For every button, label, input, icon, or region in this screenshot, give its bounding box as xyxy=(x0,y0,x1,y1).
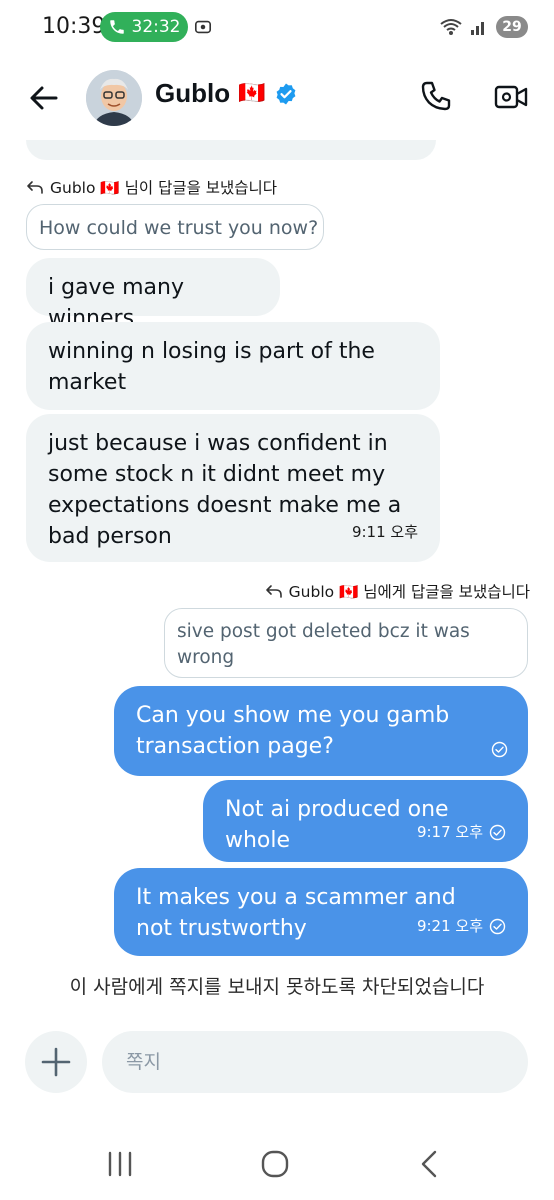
reply-indicator-text: Gublo 🇨🇦 님에게 답글을 보냈습니다 xyxy=(288,583,530,601)
read-receipt-icon xyxy=(491,741,508,758)
reply-indicator: Gublo 🇨🇦 님에게 답글을 보냈습니다 xyxy=(265,580,530,602)
received-message[interactable]: i gave many winners xyxy=(26,258,280,331)
blocked-notice: 이 사람에게 쪽지를 보내지 못하도록 차단되었습니다 xyxy=(69,976,485,998)
message-thread[interactable]: Gublo 🇨🇦 님이 답글을 보냈습니다 How could we trust… xyxy=(0,140,554,1020)
recent-apps-icon[interactable] xyxy=(100,1148,140,1180)
reply-indicator: Gublo 🇨🇦 님이 답글을 보냈습니다 xyxy=(26,176,277,198)
status-bar: 10:39 32:32 29 xyxy=(0,0,554,56)
message-input[interactable] xyxy=(102,1031,528,1093)
video-call-icon[interactable] xyxy=(494,80,528,114)
screen-record-icon xyxy=(194,20,212,34)
verified-badge-icon xyxy=(276,83,295,104)
plus-icon xyxy=(41,1047,71,1077)
status-time: 10:39 xyxy=(42,14,106,39)
read-receipt-icon xyxy=(489,918,506,935)
sent-message[interactable]: It makes you a scammer and not trustwort… xyxy=(114,868,528,956)
phone-call-icon[interactable] xyxy=(418,78,454,114)
message-text: Not ai produced one whole xyxy=(225,797,449,853)
quoted-message[interactable]: sive post got deleted bcz it was wrong xyxy=(164,608,528,678)
conversation-header: Gublo 🇨🇦 xyxy=(0,56,554,140)
flag-emoji: 🇨🇦 xyxy=(238,81,266,106)
ongoing-call-pill[interactable]: 32:32 xyxy=(100,12,188,42)
add-media-button[interactable] xyxy=(25,1031,87,1093)
quoted-message-text: How could we trust you now? xyxy=(39,217,319,239)
signal-icon xyxy=(471,22,484,35)
reply-indicator-text: Gublo 🇨🇦 님이 답글을 보냈습니다 xyxy=(50,179,278,197)
sent-message[interactable]: Not ai produced one whole 9:17 오후 xyxy=(203,780,528,862)
message-timestamp: 9:21 오후 xyxy=(416,917,483,935)
contact-name-group[interactable]: Gublo 🇨🇦 xyxy=(155,78,298,109)
back-nav-icon[interactable] xyxy=(410,1148,450,1180)
reply-arrow-icon xyxy=(265,585,282,598)
call-duration: 32:32 xyxy=(131,17,181,37)
avatar[interactable] xyxy=(86,70,142,126)
back-arrow-icon[interactable] xyxy=(28,82,60,114)
wifi-icon xyxy=(440,19,462,35)
message-timestamp: 9:17 오후 xyxy=(416,823,483,841)
home-icon[interactable] xyxy=(255,1148,295,1180)
quoted-message-text: sive post got deleted bcz it was wrong xyxy=(177,621,470,668)
message-timestamp: 9:11 오후 xyxy=(351,523,418,541)
message-text: winning n losing is part of the market xyxy=(48,339,375,395)
message-text: Can you show me you gamb transaction pag… xyxy=(136,703,450,759)
sent-message[interactable]: Can you show me you gamb transaction pag… xyxy=(114,686,528,776)
system-navigation-bar xyxy=(0,1130,554,1200)
received-message[interactable]: winning n losing is part of the market xyxy=(26,322,440,410)
battery-icon: 29 xyxy=(496,16,528,38)
received-message[interactable]: just because i was confident in some sto… xyxy=(26,414,440,562)
contact-name: Gublo xyxy=(155,78,231,108)
message-meta: 9:21 오후 xyxy=(417,911,506,942)
reply-arrow-icon xyxy=(27,181,43,194)
read-receipt-icon xyxy=(489,824,506,841)
quoted-message[interactable]: How could we trust you now? xyxy=(26,204,324,250)
message-composer xyxy=(0,1028,554,1098)
status-icons: 29 xyxy=(440,16,528,38)
message-meta: 9:17 오후 xyxy=(417,817,506,848)
phone-icon xyxy=(109,20,124,34)
previous-message-bubble xyxy=(26,140,436,160)
